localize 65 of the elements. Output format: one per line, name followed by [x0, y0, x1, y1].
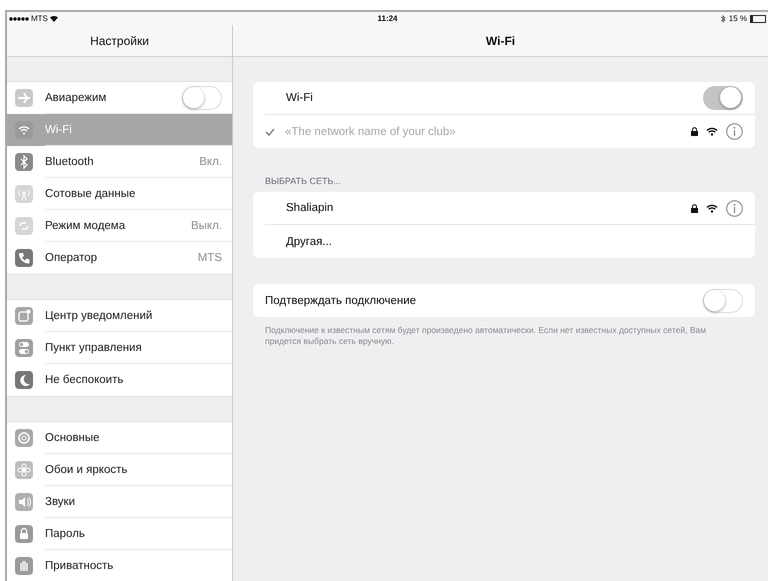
sidebar-item[interactable]: Режим модема Выкл.	[7, 210, 232, 242]
wifi-icon	[706, 127, 718, 136]
item-label: Bluetooth	[45, 156, 94, 168]
sidebar-title: Настройки	[7, 25, 232, 57]
item-label: Не беспокоить	[45, 374, 124, 386]
item-label: Сотовые данные	[45, 188, 136, 200]
clock-time: 11:24	[376, 14, 399, 23]
wifi-icon	[706, 204, 718, 212]
sidebar-item[interactable]: Пункт управления	[7, 332, 232, 364]
bluetooth-icon	[15, 153, 33, 171]
toggle-switch[interactable]	[703, 288, 743, 312]
battery-percent: 15 %	[728, 14, 747, 23]
item-label: Wi-Fi	[45, 124, 72, 136]
network-name[interactable]: Другая...	[286, 236, 332, 248]
info-icon[interactable]	[726, 200, 743, 216]
airplane-icon	[15, 89, 33, 107]
network-name[interactable]: Shaliapin	[286, 202, 334, 214]
item-label: Оператор	[45, 252, 98, 264]
phone-icon	[15, 249, 33, 267]
flower-icon	[15, 461, 33, 479]
wifi-label: Wi-Fi	[286, 92, 313, 104]
lock-icon	[691, 204, 698, 212]
moon-icon	[15, 371, 33, 389]
sidebar-item[interactable]: Центр уведомлений	[7, 300, 232, 332]
item-label: Звуки	[45, 496, 76, 508]
switches-icon	[15, 339, 33, 357]
item-label: Пункт управления	[45, 342, 142, 354]
sidebar-item[interactable]: Приватность	[7, 550, 232, 581]
item-label: Режим модема	[45, 220, 126, 232]
sidebar-item[interactable]: Bluetooth Вкл.	[7, 146, 232, 178]
toggle-switch[interactable]	[182, 86, 222, 110]
sidebar-item[interactable]: Оператор MTS	[7, 242, 232, 274]
sidebar-item[interactable]: Обои и яркость	[7, 454, 232, 486]
padlock-icon	[15, 525, 33, 543]
bluetooth-icon	[720, 14, 726, 22]
signal-icon	[9, 16, 29, 20]
battery-icon	[750, 14, 766, 22]
wifi-icon	[50, 16, 58, 22]
gear-icon	[15, 429, 33, 447]
antenna-icon	[15, 185, 33, 203]
ask-to-join-label: Подтверждать подключение	[265, 294, 416, 306]
sidebar-item[interactable]: Сотовые данные	[7, 178, 232, 210]
carrier-name: MTS	[31, 14, 48, 23]
setting-value: MTS	[198, 252, 222, 264]
item-label: Обои и яркость	[45, 464, 128, 476]
setting-value: Вкл.	[199, 156, 222, 168]
item-label: Основные	[45, 432, 100, 444]
section-header: ВЫБРАТЬ СЕТЬ...	[265, 176, 342, 186]
item-label: Приватность	[45, 560, 114, 572]
lock-icon	[691, 127, 698, 136]
wifi-icon	[15, 121, 33, 139]
info-icon[interactable]	[726, 123, 743, 140]
item-label: Авиарежим	[45, 92, 106, 104]
panel-title: Wi-Fi	[233, 25, 768, 57]
speaker-icon	[15, 493, 33, 511]
item-label: Центр уведомлений	[45, 310, 152, 322]
notification-icon	[15, 307, 33, 325]
item-label: Пароль	[45, 528, 85, 540]
sidebar-item[interactable]: Пароль	[7, 518, 232, 550]
toggle-switch[interactable]	[703, 86, 743, 110]
sidebar-item[interactable]: Звуки	[7, 486, 232, 518]
setting-value: Выкл.	[190, 220, 222, 232]
footnote: Подключение к известным сетям будет произведено автоматически. Если нет известных доступных сетей, Вам придется выбрать сеть вручную.	[265, 325, 708, 346]
sidebar-item[interactable]: Основные	[7, 422, 232, 454]
sidebar-item[interactable]: Не беспокоить	[7, 364, 232, 396]
